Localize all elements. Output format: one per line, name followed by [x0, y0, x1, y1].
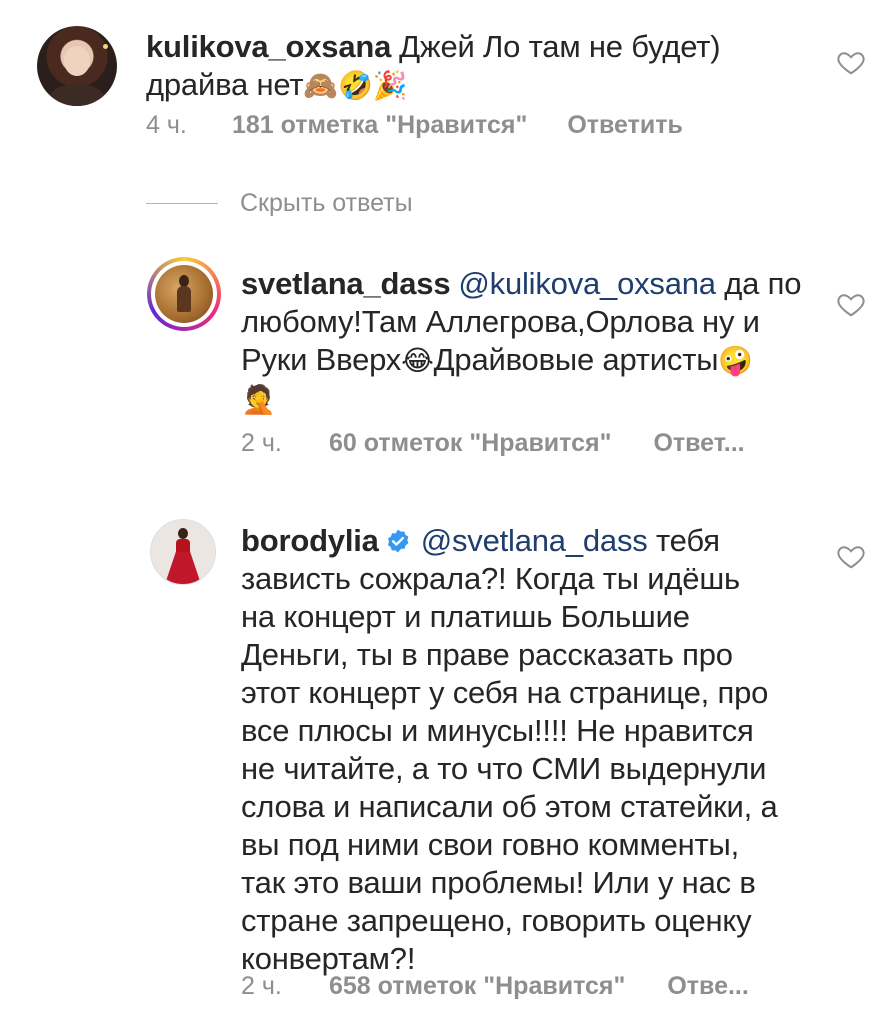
comment-line: слова и написали об этом статейки, а	[241, 789, 778, 824]
comment-text-b: любому!Там Аллегрова,Орлова ну и	[241, 304, 760, 339]
comment-line: зависть сожрала?! Когда ты идёшь	[241, 561, 740, 596]
mention-link[interactable]: @kulikova_oxsana	[458, 266, 716, 301]
comment-username[interactable]: svetlana_dass	[241, 266, 451, 301]
comment-meta: 2 ч. 60 отметок "Нравится" Ответ...	[241, 429, 745, 458]
comment-meta: 2 ч. 658 отметок "Нравится" Отве...	[241, 972, 749, 1001]
comment-line: конвертам?!	[241, 941, 416, 976]
comment-time: 4 ч.	[146, 111, 187, 139]
hide-replies-toggle[interactable]: Скрыть ответы	[146, 186, 413, 220]
comment-line: тебя	[656, 523, 720, 558]
comments-page: kulikova_oxsana Джей Ло там не будет) дра…	[0, 0, 891, 1024]
comment-username[interactable]: borodylia	[241, 523, 379, 558]
reply-button[interactable]: Отве...	[667, 972, 748, 1001]
verified-badge-icon	[387, 529, 409, 553]
comment-text: svetlana_dass @kulikova_oxsana да по любо…	[241, 265, 831, 419]
emoji-group: 🙈🤣🎉	[303, 69, 408, 102]
emoji-facepalm: 🤦	[241, 383, 276, 416]
reply-button[interactable]: Ответ...	[653, 429, 744, 458]
comment-line: так это ваши проблемы! Или у нас в	[241, 865, 756, 900]
comment-text-d: Драйвовые артисты	[433, 342, 719, 377]
heart-outline-icon[interactable]	[836, 289, 866, 319]
comment-text-a: да по	[724, 266, 802, 301]
avatar[interactable]	[150, 519, 216, 585]
emoji-laughing: 😂	[401, 344, 434, 377]
comment-line: стране запрещено, говорить оценку	[241, 903, 752, 938]
comment-text: borodylia @svetlana_dass тебя зависть сож…	[241, 522, 841, 978]
avatar[interactable]	[37, 26, 117, 106]
likes-count[interactable]: 658 отметок "Нравится"	[329, 972, 625, 1001]
likes-count[interactable]: 60 отметок "Нравится"	[329, 429, 611, 458]
comment-text: kulikova_oxsana Джей Ло там не будет) дра…	[146, 28, 836, 105]
comment-text-line1: Джей Ло там не будет)	[399, 29, 721, 64]
emoji-zany: 🤪	[718, 344, 753, 377]
heart-outline-icon[interactable]	[836, 541, 866, 571]
comment-text-line2: драйва нет	[146, 67, 304, 102]
hide-replies-label[interactable]: Скрыть ответы	[240, 189, 413, 218]
comment-line: Деньги, ты в праве рассказать про	[241, 637, 733, 672]
comment-meta: 4 ч. 181 отметка "Нравится" Ответить	[146, 111, 683, 140]
comment-time: 2 ч.	[241, 429, 282, 457]
comment-line: на концерт и платишь Большие	[241, 599, 690, 634]
comment-username[interactable]: kulikova_oxsana	[146, 29, 391, 64]
comment-line: все плюсы и минусы!!!! Не нравится	[241, 713, 754, 748]
comment-line: этот концерт у себя на странице, про	[241, 675, 769, 710]
avatar[interactable]	[147, 257, 221, 331]
comment-line: вы под ними свои говно комменты,	[241, 827, 740, 862]
likes-count[interactable]: 181 отметка "Нравится"	[232, 111, 527, 140]
heart-outline-icon[interactable]	[836, 47, 866, 77]
reply-button[interactable]: Ответить	[567, 111, 683, 140]
comment-line: не читайте, а то что СМИ выдернули	[241, 751, 767, 786]
comment-text-c: Руки Вверх	[241, 342, 402, 377]
comment-time: 2 ч.	[241, 972, 282, 1000]
divider	[146, 202, 218, 204]
mention-link[interactable]: @svetlana_dass	[421, 523, 648, 558]
